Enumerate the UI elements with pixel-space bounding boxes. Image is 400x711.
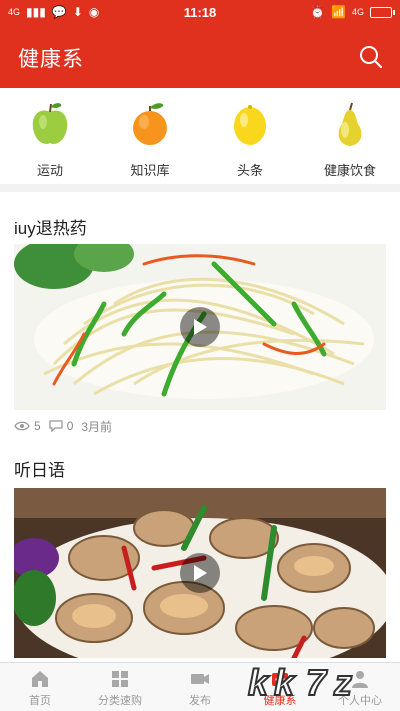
comment-icon (49, 420, 63, 432)
comment-count[interactable]: 0 (49, 419, 74, 433)
feed-post[interactable]: iuy退热药 5 0 3月前 (0, 192, 400, 442)
wifi-icon: 📶 (331, 5, 346, 19)
green-apple-icon (25, 100, 75, 150)
tab-label: 发布 (189, 695, 211, 707)
alarm-icon: ⏰ (310, 5, 326, 19)
grid-icon (112, 671, 128, 687)
tab-label: 首页 (29, 695, 51, 707)
category-row: 运动 知识库 头条 健康饮食 (0, 88, 400, 184)
search-icon (360, 46, 383, 69)
svg-text:k: k (248, 662, 270, 703)
pear-icon (325, 100, 375, 150)
category-knowledge[interactable]: 知识库 (100, 88, 200, 184)
svg-text:7: 7 (306, 662, 328, 703)
watermark-logo: k k 7 z (247, 661, 353, 704)
video-icon (191, 674, 209, 684)
app-header: 健康系 (0, 26, 400, 88)
post-title: iuy退热药 (14, 219, 87, 238)
post-time: 3月前 (81, 419, 113, 434)
network-type-right: 4G (351, 7, 364, 17)
category-headlines[interactable]: 头条 (200, 88, 300, 184)
lemon-icon (225, 100, 275, 150)
feed-post[interactable]: 听日语 (0, 442, 400, 658)
svg-text:z: z (333, 662, 352, 703)
tab-publish[interactable]: 发布 (160, 663, 240, 711)
video-thumbnail[interactable] (14, 488, 386, 658)
category-sport[interactable]: 运动 (0, 88, 100, 184)
play-icon (194, 319, 207, 335)
eye-icon (14, 421, 30, 431)
svg-text:k: k (274, 662, 296, 703)
category-healthy-diet[interactable]: 健康饮食 (300, 88, 400, 184)
tab-home[interactable]: 首页 (0, 663, 80, 711)
orange-icon (125, 100, 175, 150)
comment-count-value: 0 (66, 419, 74, 433)
status-right: ⏰ 📶 4G (310, 5, 395, 19)
play-button[interactable] (180, 553, 220, 593)
category-label: 知识库 (130, 163, 170, 178)
home-icon (32, 671, 48, 687)
category-label: 运动 (36, 163, 63, 178)
post-title: 听日语 (14, 461, 65, 480)
category-label: 健康饮食 (323, 163, 376, 178)
page-title: 健康系 (18, 48, 84, 71)
battery-icon (370, 6, 395, 18)
play-button[interactable] (180, 307, 220, 347)
video-thumbnail[interactable] (14, 244, 386, 410)
search-button[interactable] (356, 42, 386, 72)
status-bar: 4G ▮▮▮ 💬 ⬇ ◉ 11:18 ⏰ 📶 4G (0, 0, 400, 26)
post-meta: 5 0 3月前 (14, 410, 386, 442)
view-count-value: 5 (34, 419, 41, 433)
content-feed: iuy退热药 5 0 3月前 听日语 (0, 192, 400, 662)
play-icon (194, 565, 207, 581)
tab-category-shop[interactable]: 分类速购 (80, 663, 160, 711)
view-count: 5 (14, 419, 41, 433)
tab-label: 分类速购 (98, 695, 142, 707)
category-label: 头条 (236, 163, 263, 178)
